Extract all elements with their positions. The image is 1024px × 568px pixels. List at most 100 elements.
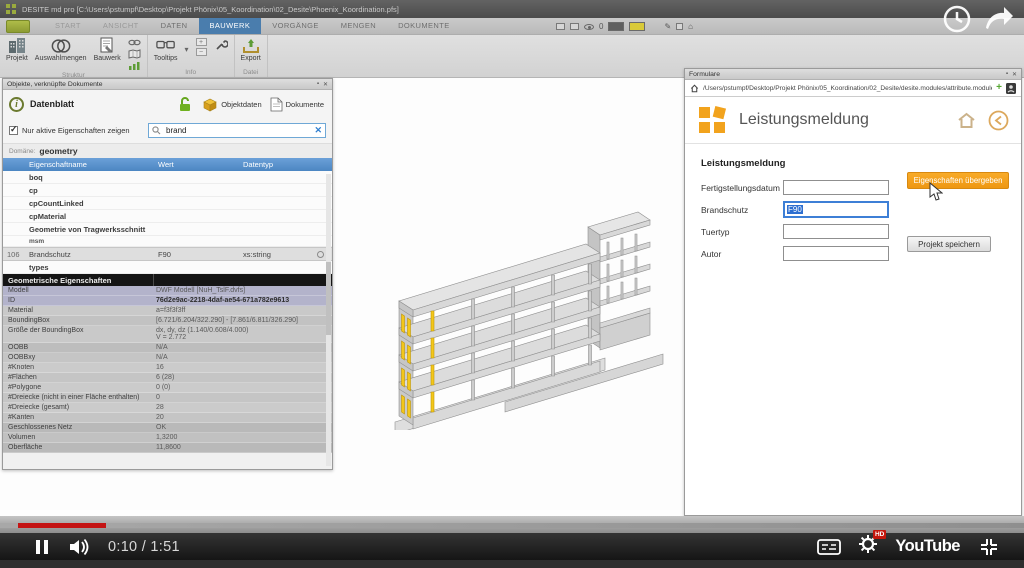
- field-label-fertigstellungsdatum: Fertigstellungsdatum: [701, 183, 783, 193]
- bauwerk-button[interactable]: Bauwerk: [94, 36, 121, 62]
- geo-row[interactable]: Materiala=f3f3f3ff: [3, 306, 332, 316]
- table-row[interactable]: cpMaterial: [3, 210, 332, 223]
- group-label-info: Info: [154, 68, 228, 77]
- tab-start[interactable]: START: [44, 18, 92, 34]
- youtube-logo[interactable]: YouTube: [895, 537, 960, 556]
- brandschutz-field[interactable]: F90: [783, 201, 889, 218]
- geo-row[interactable]: Volumen1,3200: [3, 433, 332, 443]
- radio-icon[interactable]: [317, 251, 324, 258]
- captions-button[interactable]: [817, 539, 841, 555]
- geo-row[interactable]: Geschlossenes NetzOK: [3, 423, 332, 433]
- pin-icon[interactable]: ▪: [1006, 71, 1008, 77]
- active-properties-checkbox[interactable]: ✓: [9, 126, 18, 135]
- dark-view-badge[interactable]: [608, 22, 624, 31]
- dokumente-doc-icon[interactable]: [270, 97, 283, 112]
- geo-row[interactable]: ID76d2e9ac-2218-4daf-ae54-671a782e9613: [3, 296, 332, 306]
- left-panel-scrollbar[interactable]: [326, 174, 331, 466]
- add-form-icon[interactable]: +: [996, 83, 1002, 93]
- pause-button[interactable]: [36, 540, 48, 554]
- table-row[interactable]: boq: [3, 171, 332, 184]
- pencil-icon[interactable]: ✎: [664, 23, 671, 31]
- right-panel-title: Formulare: [689, 71, 720, 78]
- export-button[interactable]: Export: [241, 36, 261, 62]
- building-3d-model[interactable]: [355, 150, 675, 430]
- home-view-icon[interactable]: ⌂: [688, 23, 693, 31]
- tooltips-label: Tooltips: [154, 55, 178, 62]
- fullscreen-button[interactable]: [978, 538, 1000, 556]
- auswahlmengen-button[interactable]: Auswahlmengen: [35, 36, 87, 62]
- tab-bauwerk[interactable]: BAUWERK: [199, 18, 262, 34]
- share-button[interactable]: [982, 4, 1016, 30]
- map-icon[interactable]: [128, 49, 141, 59]
- tab-daten[interactable]: DATEN: [150, 18, 199, 34]
- unlock-icon[interactable]: [178, 97, 192, 112]
- geo-row[interactable]: ModellDWF Modell [NuH_TslF.dvfs]: [3, 286, 332, 296]
- table-row-brandschutz[interactable]: 106 Brandschutz F90 xs:string: [3, 247, 332, 261]
- chart-export-icon[interactable]: [128, 61, 141, 71]
- clear-search-icon[interactable]: ✕: [314, 126, 322, 135]
- geo-row[interactable]: OOBBxyN/A: [3, 353, 332, 363]
- close-icon[interactable]: ✕: [1012, 71, 1017, 78]
- tuertyp-field[interactable]: [783, 224, 889, 239]
- autor-field[interactable]: [783, 246, 889, 261]
- application-menu-button[interactable]: [6, 20, 30, 33]
- geo-row[interactable]: Oberfläche11,8600: [3, 443, 332, 453]
- projekt-button[interactable]: Projekt: [6, 36, 28, 62]
- home-small-icon[interactable]: [690, 84, 699, 93]
- geo-row[interactable]: #Polygone0 (0): [3, 383, 332, 393]
- zoom-in-button[interactable]: +: [196, 38, 207, 46]
- geo-row[interactable]: #Dreiecke (nicht in einer Fläche enthalt…: [3, 393, 332, 403]
- projekt-speichern-button[interactable]: Projekt speichern: [907, 236, 991, 252]
- watch-later-button[interactable]: [942, 4, 972, 34]
- geo-row[interactable]: OOBBN/A: [3, 343, 332, 353]
- tab-mengen[interactable]: MENGEN: [330, 18, 387, 34]
- table-row[interactable]: types: [3, 261, 332, 274]
- geo-row[interactable]: #Knoten16: [3, 363, 332, 373]
- display-icon[interactable]: [570, 23, 579, 30]
- tab-ansicht[interactable]: ANSICHT: [92, 18, 150, 34]
- geo-row[interactable]: BoundingBox[6.721/6.204/322.290] - [7.86…: [3, 316, 332, 326]
- dokumente-label[interactable]: Dokumente: [286, 100, 324, 109]
- eraser-icon[interactable]: [676, 23, 683, 30]
- tooltips-button[interactable]: Tooltips: [154, 36, 178, 62]
- pin-icon[interactable]: ▪: [317, 81, 319, 87]
- search-input[interactable]: [164, 125, 311, 136]
- volume-button[interactable]: [68, 538, 92, 556]
- wrench-icon[interactable]: [214, 38, 228, 52]
- yellow-view-badge[interactable]: [629, 22, 645, 31]
- col-wert[interactable]: Wert: [158, 160, 243, 169]
- contact-icon[interactable]: [1006, 83, 1016, 94]
- home-icon[interactable]: [957, 112, 976, 129]
- back-icon[interactable]: [988, 110, 1009, 131]
- tooltips-icon: [156, 37, 176, 54]
- table-row[interactable]: cpCountLinked: [3, 197, 332, 210]
- tab-vorgaenge[interactable]: VORGÄNGE: [261, 18, 330, 34]
- table-row[interactable]: cp: [3, 184, 332, 197]
- form-url[interactable]: /Users/pstumpf/Desktop/Projekt Phönix/05…: [703, 85, 992, 92]
- table-row[interactable]: msm: [3, 236, 332, 247]
- geo-row[interactable]: Größe der BoundingBox dx, dy, dz (1.140/…: [3, 326, 332, 343]
- geo-row[interactable]: #Flächen6 (28): [3, 373, 332, 383]
- visibility-eye-icon[interactable]: [584, 24, 594, 30]
- tab-dokumente[interactable]: DOKUMENTE: [387, 18, 461, 34]
- quick-access-toolbar: 0 ✎ ⌂: [556, 20, 693, 33]
- table-row[interactable]: Geometrie von Tragwerksschnitt: [3, 223, 332, 236]
- close-icon[interactable]: ✕: [323, 81, 328, 88]
- settings-button[interactable]: HD: [859, 535, 877, 558]
- link-icon[interactable]: [128, 38, 141, 47]
- property-name: Brandschutz: [25, 250, 158, 259]
- projekt-icon: [7, 37, 27, 54]
- objektdaten-label[interactable]: Objektdaten: [221, 100, 261, 109]
- eigenschaften-uebergeben-button[interactable]: Eigenschaften übergeben: [907, 172, 1009, 189]
- video-progress-track[interactable]: [0, 523, 1024, 528]
- fertigstellungsdatum-field[interactable]: [783, 180, 889, 195]
- col-datentyp[interactable]: Datentyp: [243, 160, 313, 169]
- monitor-icon[interactable]: [556, 23, 565, 30]
- geo-row[interactable]: #Dreiecke (gesamt)28: [3, 403, 332, 413]
- zoom-out-button[interactable]: −: [196, 48, 207, 56]
- hd-badge: HD: [873, 530, 886, 539]
- geo-row[interactable]: #Kanten20: [3, 413, 332, 423]
- col-eigenschaftname[interactable]: Eigenschaftname: [25, 160, 158, 169]
- tooltips-dropdown-caret[interactable]: ▾: [185, 36, 189, 54]
- objektdaten-cube-icon[interactable]: [202, 97, 218, 112]
